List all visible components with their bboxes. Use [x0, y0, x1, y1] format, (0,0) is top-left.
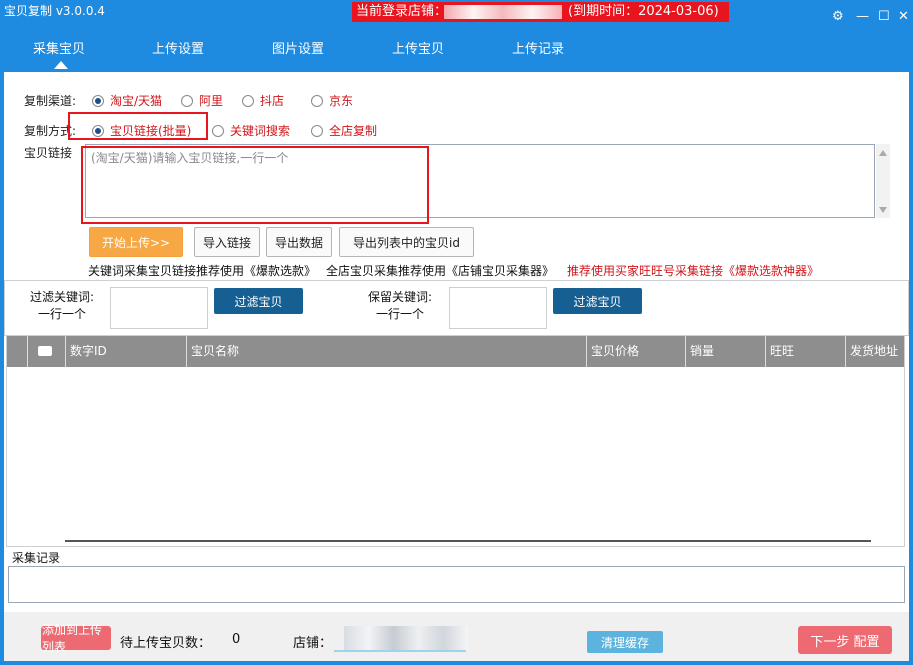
gear-icon[interactable]: ⚙ — [832, 10, 844, 24]
tip-recommend[interactable]: 推荐使用买家旺旺号采集链接《爆款选款神器》 — [567, 262, 819, 279]
radio-dot-icon — [92, 94, 104, 107]
shop-underline — [334, 650, 466, 652]
add-to-upload-button[interactable]: 添加到上传列表 — [41, 623, 111, 654]
tab-bar: 采集宝贝 上传设置 图片设置 上传宝贝 上传记录 — [0, 28, 913, 72]
login-banner: 当前登录店铺： (到期时间：2024-03-06) — [352, 2, 729, 22]
radio-method-keyword[interactable]: 关键词搜索 — [212, 122, 290, 139]
footer-bar: 添加到上传列表 待上传宝贝数： 0 店铺： 清理缓存 下一步 配置 — [4, 612, 909, 661]
active-tab-indicator — [54, 61, 68, 69]
minimize-icon[interactable]: — — [856, 10, 869, 24]
radio-channel-jd[interactable]: 京东 — [311, 92, 353, 109]
maximize-icon[interactable]: ☐ — [878, 10, 890, 24]
title-bar: 宝贝复制 v3.0.0.4 当前登录店铺： (到期时间：2024-03-06) … — [0, 0, 913, 28]
column-shipping-address[interactable]: 发货地址 — [845, 336, 904, 367]
radio-dot-icon — [92, 124, 104, 137]
radio-dot-icon — [212, 124, 224, 137]
select-all-checkbox-icon[interactable] — [38, 346, 52, 356]
tab-upload[interactable]: 上传宝贝 — [392, 38, 444, 57]
scroll-up-icon[interactable] — [879, 150, 887, 156]
filter-button[interactable]: 过滤宝贝 — [214, 288, 303, 314]
channel-label: 复制渠道: — [24, 94, 77, 108]
link-label: 宝贝链接 — [24, 146, 73, 160]
start-upload-button[interactable]: 开始上传>> — [89, 227, 183, 257]
column-select[interactable] — [27, 336, 65, 367]
clear-cache-button[interactable]: 清理缓存 — [587, 631, 663, 653]
close-icon[interactable]: ✕ — [898, 10, 909, 24]
column-row-header — [7, 336, 27, 367]
radio-method-shop[interactable]: 全店复制 — [311, 122, 377, 139]
pending-label: 待上传宝贝数： — [120, 636, 212, 651]
tip-keyword[interactable]: 关键词采集宝贝链接推荐使用《爆款选款》 — [88, 262, 316, 279]
column-sales[interactable]: 销量 — [685, 336, 765, 367]
column-product-name[interactable]: 宝贝名称 — [186, 336, 586, 367]
table-horizontal-scrollbar[interactable] — [65, 540, 871, 542]
column-price[interactable]: 宝贝价格 — [586, 336, 685, 367]
radio-channel-taobao[interactable]: 淘宝/天猫 — [92, 92, 162, 109]
tab-image-settings[interactable]: 图片设置 — [272, 38, 324, 57]
log-label: 采集记录 — [12, 551, 61, 565]
tip-shop[interactable]: 全店宝贝采集推荐使用《店铺宝贝采集器》 — [326, 262, 554, 279]
column-wangwang[interactable]: 旺旺 — [765, 336, 845, 367]
app-title: 宝贝复制 v3.0.0.4 — [4, 4, 105, 18]
shop-label: 店铺： — [293, 636, 333, 651]
highlight-box-link — [81, 146, 429, 224]
radio-method-link[interactable]: 宝贝链接(批量) — [92, 122, 191, 139]
export-data-button[interactable]: 导出数据 — [266, 227, 332, 257]
filter-keywords-label: 过滤关键词: 一行一个 — [29, 290, 95, 321]
radio-channel-douyin[interactable]: 抖店 — [242, 92, 284, 109]
tab-collect[interactable]: 采集宝贝 — [33, 38, 85, 57]
radio-dot-icon — [311, 94, 323, 107]
link-input-scrollbar[interactable] — [876, 144, 890, 218]
import-links-button[interactable]: 导入链接 — [194, 227, 260, 257]
export-ids-button[interactable]: 导出列表中的宝贝id — [339, 227, 474, 257]
main-panel: 复制渠道: 淘宝/天猫 阿里 抖店 京东 复制方式: 宝贝链接(批量) 关键词搜… — [4, 72, 909, 661]
product-table: 数字ID 宝贝名称 宝贝价格 销量 旺旺 发货地址 — [6, 335, 905, 547]
shop-name-redacted — [344, 626, 468, 650]
radio-channel-ali[interactable]: 阿里 — [181, 92, 223, 109]
table-header: 数字ID 宝贝名称 宝贝价格 销量 旺旺 发货地址 — [7, 336, 904, 367]
pending-count: 0 — [232, 632, 241, 647]
keep-keywords-label: 保留关键词: 一行一个 — [367, 290, 433, 321]
radio-dot-icon — [242, 94, 254, 107]
tab-upload-settings[interactable]: 上传设置 — [152, 38, 204, 57]
column-numeric-id[interactable]: 数字ID — [65, 336, 186, 367]
filter-panel: 过滤关键词: 一行一个 过滤宝贝 保留关键词: 一行一个 过滤宝贝 — [4, 280, 909, 336]
login-shop-label: 当前登录店铺： — [356, 4, 448, 19]
radio-dot-icon — [311, 124, 323, 137]
log-box[interactable] — [8, 566, 905, 603]
tab-upload-records[interactable]: 上传记录 — [512, 38, 564, 57]
expiry-date: (到期时间：2024-03-06) — [568, 4, 719, 19]
keep-filter-button[interactable]: 过滤宝贝 — [553, 288, 642, 314]
shop-name-redacted — [444, 5, 562, 19]
filter-keywords-input[interactable] — [110, 287, 208, 329]
scroll-down-icon[interactable] — [879, 207, 887, 213]
keep-keywords-input[interactable] — [449, 287, 547, 329]
radio-dot-icon — [181, 94, 193, 107]
next-step-button[interactable]: 下一步 配置 — [798, 626, 892, 654]
